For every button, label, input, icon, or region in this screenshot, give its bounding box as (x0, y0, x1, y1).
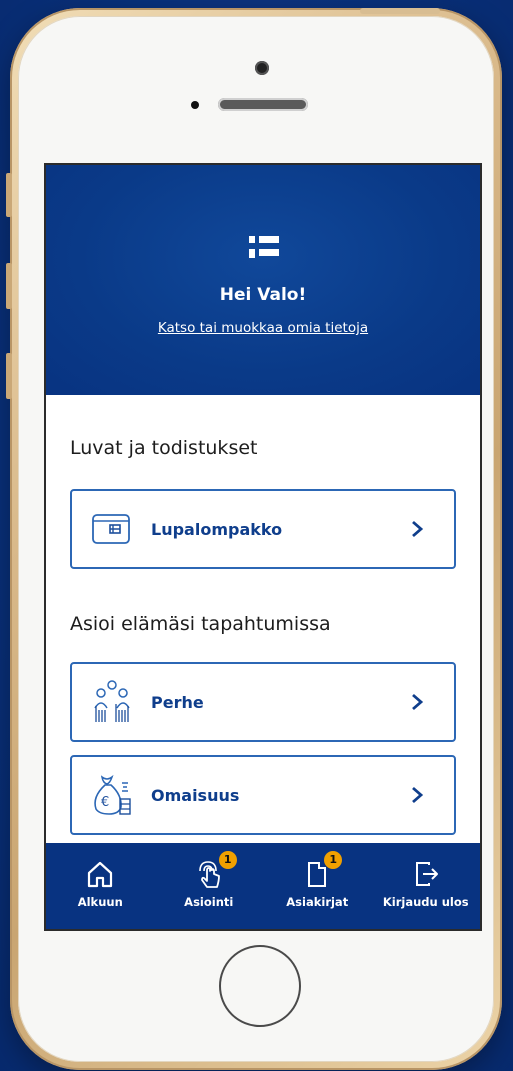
notification-badge: 1 (324, 851, 343, 869)
card-label: Lupalompakko (151, 519, 283, 539)
tab-label: Kirjaudu ulos (382, 895, 469, 909)
svg-text:€: € (101, 795, 109, 810)
volume-down-button (6, 353, 12, 399)
family-icon (94, 680, 130, 722)
tab-label: Alkuun (77, 895, 123, 909)
front-camera (255, 61, 269, 75)
tab-asiointi[interactable]: 1 Asiointi (159, 843, 259, 929)
proximity-sensor (191, 101, 199, 109)
card-label: Perhe (151, 692, 204, 712)
bottom-tab-bar: Alkuun 1 Asiointi 1 Asiakirjat Kirjaudu … (46, 843, 480, 929)
card-lupalompakko[interactable]: Lupalompakko (70, 489, 456, 569)
card-perhe[interactable]: Perhe (70, 662, 456, 742)
greeting: Hei Valo! (219, 285, 307, 305)
profile-link[interactable]: Katso tai muokkaa omia tietoja (46, 320, 480, 336)
mute-switch (6, 173, 12, 217)
tab-label: Asiointi (184, 895, 234, 909)
chevron-right-icon (412, 520, 424, 538)
section-title-permits: Luvat ja todistukset (70, 437, 258, 459)
earpiece-speaker (218, 98, 308, 111)
card-omaisuus[interactable]: € Omaisuus (70, 755, 456, 835)
tab-alkuun[interactable]: Alkuun (50, 843, 150, 929)
tab-kirjaudu-ulos[interactable]: Kirjaudu ulos (376, 843, 476, 929)
power-button (360, 8, 440, 14)
volume-up-button (6, 263, 12, 309)
tab-asiakirjat[interactable]: 1 Asiakirjat (267, 843, 367, 929)
money-bag-icon: € (94, 774, 131, 815)
header: Hei Valo! Katso tai muokkaa omia tietoja (46, 165, 480, 395)
app-screen: Hei Valo! Katso tai muokkaa omia tietoja… (44, 163, 482, 931)
home-button[interactable] (219, 945, 301, 1027)
chevron-right-icon (412, 693, 424, 711)
section-title-life-events: Asioi elämäsi tapahtumissa (70, 613, 331, 635)
finland-flag-icon (249, 236, 279, 258)
tab-label: Asiakirjat (286, 895, 349, 909)
logout-icon (415, 862, 438, 886)
chevron-right-icon (412, 786, 424, 804)
card-label: Omaisuus (151, 785, 240, 805)
wallet-icon (92, 514, 130, 544)
home-icon (88, 861, 113, 888)
notification-badge: 1 (218, 851, 237, 869)
